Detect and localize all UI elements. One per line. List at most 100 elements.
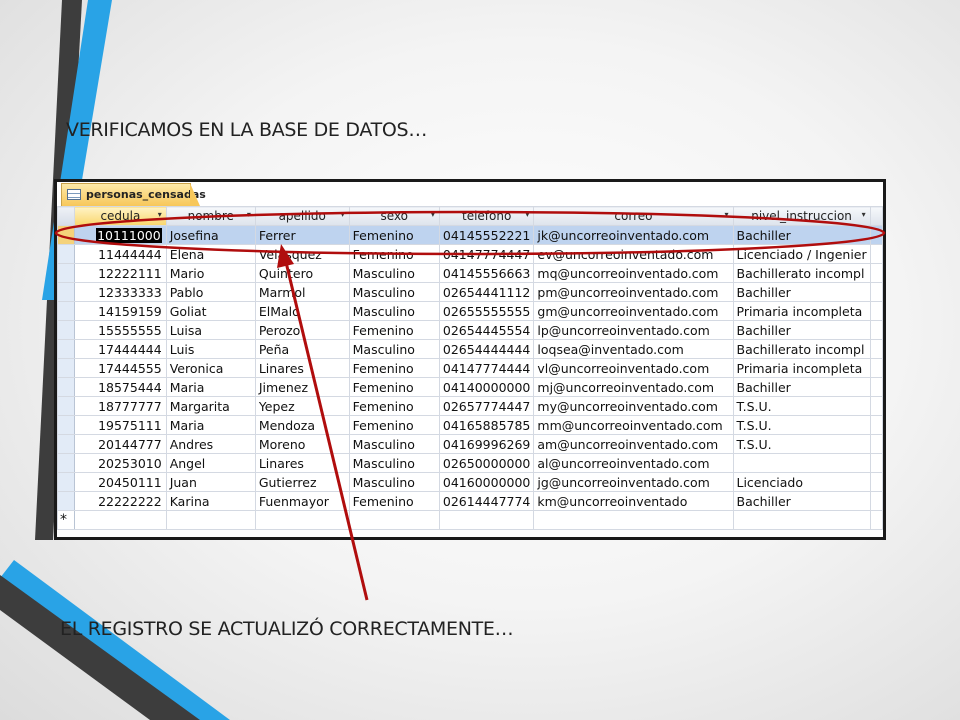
cell-apellido[interactable]: Gutierrez — [254, 472, 350, 492]
row-selector[interactable] — [57, 358, 76, 378]
dropdown-arrow-icon[interactable]: ▾ — [341, 210, 345, 219]
cell-nombre[interactable]: Andres — [165, 434, 256, 454]
cell-apellido[interactable]: Linares — [254, 453, 350, 473]
cell-nombre[interactable]: Luis — [165, 339, 256, 359]
cell-nombre[interactable]: Pablo — [165, 282, 256, 302]
new-record-cell[interactable] — [732, 510, 871, 530]
cell-nivel_instruccion[interactable]: Licenciado — [732, 472, 871, 492]
table-row[interactable]: 15555555 Luisa Perozo Femenino 02654445554 lp… — [57, 320, 883, 340]
cell-sexo[interactable]: Femenino — [348, 377, 440, 397]
cell-telefono[interactable]: 04169996269 — [438, 434, 535, 454]
new-record-selector[interactable]: * — [57, 510, 76, 530]
dropdown-arrow-icon[interactable]: ▾ — [431, 210, 435, 219]
cell-correo[interactable]: ev@uncorreoinventado.com — [533, 244, 734, 264]
cell-correo[interactable]: am@uncorreoinventado.com — [533, 434, 734, 454]
cell-truncated[interactable] — [869, 225, 883, 245]
cell-nivel_instruccion[interactable]: Bachillerato incompl — [732, 263, 871, 283]
cell-truncated[interactable] — [869, 263, 883, 283]
cell-nombre[interactable]: Josefina — [165, 225, 256, 245]
cell-truncated[interactable] — [869, 453, 883, 473]
cell-truncated[interactable] — [869, 396, 883, 416]
row-selector[interactable] — [57, 396, 76, 416]
cell-truncated[interactable] — [869, 358, 883, 378]
cell-sexo[interactable]: Femenino — [348, 320, 440, 340]
row-selector[interactable] — [57, 491, 76, 511]
cell-telefono[interactable]: 02654445554 — [438, 320, 535, 340]
row-selector[interactable] — [57, 282, 76, 302]
cell-apellido[interactable]: Yepez — [254, 396, 350, 416]
cell-truncated[interactable] — [869, 491, 883, 511]
column-header-nombre[interactable]: nombre ▾ — [165, 206, 256, 226]
cell-nombre[interactable]: Maria — [165, 415, 256, 435]
cell-correo[interactable]: pm@uncorreoinventado.com — [533, 282, 734, 302]
column-header-correo[interactable]: correo ▾ — [533, 206, 734, 226]
cell-sexo[interactable]: Masculino — [348, 301, 440, 321]
cell-sexo[interactable]: Femenino — [348, 491, 440, 511]
row-selector[interactable] — [57, 263, 76, 283]
cell-nivel_instruccion[interactable]: Bachiller — [732, 320, 871, 340]
new-record-cell[interactable] — [438, 510, 535, 530]
cell-apellido[interactable]: Quintero — [254, 263, 350, 283]
cell-cedula[interactable]: 20253010 — [74, 453, 167, 473]
cell-apellido[interactable]: Fuenmayor — [254, 491, 350, 511]
cell-apellido[interactable]: Jimenez — [254, 377, 350, 397]
cell-nivel_instruccion[interactable]: Primaria incompleta — [732, 301, 871, 321]
cell-nivel_instruccion[interactable]: T.S.U. — [732, 434, 871, 454]
cell-sexo[interactable]: Femenino — [348, 244, 440, 264]
row-selector[interactable] — [57, 225, 76, 245]
cell-nombre[interactable]: Goliat — [165, 301, 256, 321]
table-row[interactable]: 20450111 Juan Gutierrez Masculino 0416000000… — [57, 472, 883, 492]
cell-sexo[interactable]: Masculino — [348, 282, 440, 302]
cell-sexo[interactable]: Masculino — [348, 453, 440, 473]
cell-correo[interactable]: mj@uncorreoinventado.com — [533, 377, 734, 397]
table-row[interactable]: 17444444 Luis Peña Masculino 02654444444 loqs… — [57, 339, 883, 359]
row-selector[interactable] — [57, 472, 76, 492]
table-row[interactable]: 12222111 Mario Quintero Masculino 0414555666… — [57, 263, 883, 283]
cell-nivel_instruccion[interactable]: Bachillerato incompl — [732, 339, 871, 359]
cell-truncated[interactable] — [869, 282, 883, 302]
cell-cedula[interactable]: 20144777 — [74, 434, 167, 454]
row-selector[interactable] — [57, 453, 76, 473]
cell-truncated[interactable] — [869, 415, 883, 435]
cell-telefono[interactable]: 04147774444 — [438, 358, 535, 378]
row-selector[interactable] — [57, 244, 76, 264]
cell-nombre[interactable]: Elena — [165, 244, 256, 264]
cell-sexo[interactable]: Masculino — [348, 263, 440, 283]
cell-sexo[interactable]: Femenino — [348, 358, 440, 378]
cell-truncated[interactable] — [869, 377, 883, 397]
dropdown-arrow-icon[interactable]: ▾ — [247, 210, 251, 219]
cell-nivel_instruccion[interactable]: T.S.U. — [732, 396, 871, 416]
table-row[interactable]: 17444555 Veronica Linares Femenino 041477744… — [57, 358, 883, 378]
table-row[interactable]: 22222222 Karina Fuenmayor Femenino 026144477… — [57, 491, 883, 511]
cell-truncated[interactable] — [869, 434, 883, 454]
cell-correo[interactable]: jk@uncorreoinventado.com — [533, 225, 734, 245]
cell-truncated[interactable] — [869, 244, 883, 264]
cell-nombre[interactable]: Margarita — [165, 396, 256, 416]
row-selector[interactable] — [57, 434, 76, 454]
cell-nivel_instruccion[interactable]: Licenciado / Ingenier — [732, 244, 871, 264]
cell-telefono[interactable]: 04160000000 — [438, 472, 535, 492]
cell-correo[interactable]: mq@uncorreoinventado.com — [533, 263, 734, 283]
cell-telefono[interactable]: 02657774447 — [438, 396, 535, 416]
cell-truncated[interactable] — [869, 472, 883, 492]
cell-cedula[interactable]: 12333333 — [74, 282, 167, 302]
cell-nivel_instruccion[interactable]: Primaria incompleta — [732, 358, 871, 378]
new-record-cell[interactable] — [74, 510, 167, 530]
table-row[interactable]: 18575444 Maria Jimenez Femenino 04140000000 m… — [57, 377, 883, 397]
cell-nivel_instruccion[interactable]: T.S.U. — [732, 415, 871, 435]
cell-correo[interactable]: jg@uncorreoinventado.com — [533, 472, 734, 492]
cell-truncated[interactable] — [869, 320, 883, 340]
dropdown-arrow-icon[interactable]: ▾ — [862, 210, 866, 219]
column-header-cedula[interactable]: cedula ▾ — [74, 206, 167, 226]
cell-apellido[interactable]: Velasquez — [254, 244, 350, 264]
table-row[interactable]: 20253010 Angel Linares Masculino 02650000000… — [57, 453, 883, 473]
table-row[interactable]: 14159159 Goliat ElMalo Masculino 02655555555… — [57, 301, 883, 321]
cell-nombre[interactable]: Juan — [165, 472, 256, 492]
cell-cedula[interactable]: 14159159 — [74, 301, 167, 321]
cell-cedula[interactable]: 22222222 — [74, 491, 167, 511]
cell-correo[interactable]: km@uncorreoinventado — [533, 491, 734, 511]
cell-telefono[interactable]: 04165885785 — [438, 415, 535, 435]
table-row[interactable]: 12333333 Pablo Marmol Masculino 02654441112 p… — [57, 282, 883, 302]
cell-cedula[interactable]: 18777777 — [74, 396, 167, 416]
cell-telefono[interactable]: 04145552221 — [438, 225, 535, 245]
